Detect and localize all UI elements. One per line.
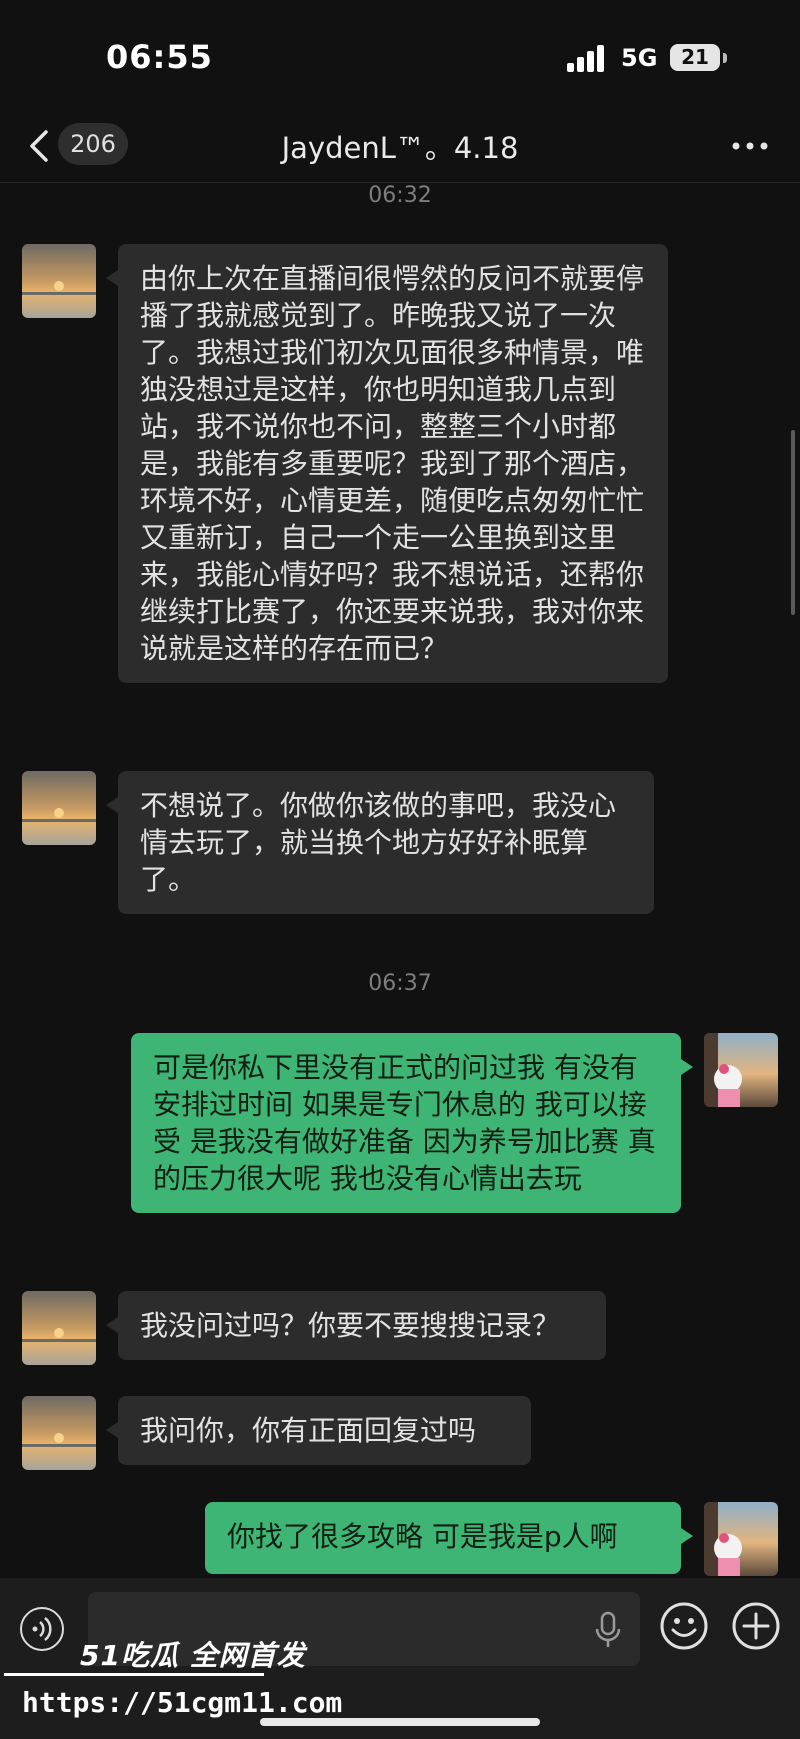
incoming-message[interactable]: 不想说了。你做你该做的事吧，我没心情去玩了，就当换个地方好好补眠算了。	[106, 771, 654, 914]
incoming-message[interactable]: 我没问过吗？你要不要搜搜记录？	[106, 1291, 606, 1360]
contact-avatar[interactable]	[22, 771, 96, 845]
input-bar: 51吃瓜 全网首发 https://51cgm11.com	[0, 1578, 800, 1739]
message-timestamp: 06:32	[368, 183, 432, 208]
battery-cap	[723, 53, 727, 63]
contact-avatar[interactable]	[22, 1291, 96, 1365]
outgoing-message[interactable]: 你找了很多攻略 可是我是p人啊	[205, 1502, 693, 1574]
watermark-brand: 51吃瓜 全网首发	[80, 1639, 306, 1672]
back-icon[interactable]	[24, 126, 56, 166]
outgoing-message[interactable]: 可是你私下里没有正式的问过我 有没有安排过时间 如果是专门休息的 我可以接受 是…	[131, 1033, 693, 1213]
emoji-icon[interactable]	[658, 1600, 710, 1652]
status-bar: 06:55 5G 21	[0, 0, 800, 110]
contact-avatar[interactable]	[22, 244, 96, 318]
plus-icon[interactable]	[730, 1600, 782, 1652]
status-time: 06:55	[106, 38, 213, 76]
chat-title: JaydenL™。4.18	[281, 131, 519, 165]
chat-header: 206 JaydenL™。4.18	[0, 110, 800, 183]
my-avatar[interactable]	[704, 1502, 778, 1576]
scrollbar[interactable]	[791, 430, 795, 615]
watermark-divider	[4, 1673, 264, 1676]
incoming-message[interactable]: 由你上次在直播间很愕然的反问不就要停播了我就感觉到了。昨晚我又说了一次了。我想过…	[106, 244, 668, 683]
incoming-message[interactable]: 我问你，你有正面回复过吗	[106, 1396, 531, 1465]
network-type: 5G	[621, 44, 658, 72]
my-avatar[interactable]	[704, 1033, 778, 1107]
unread-count-badge[interactable]: 206	[58, 123, 128, 165]
microphone-icon[interactable]	[590, 1610, 626, 1650]
watermark-url: https://51cgm11.com	[22, 1686, 343, 1719]
battery-icon: 21	[670, 44, 720, 71]
message-timestamp: 06:37	[368, 971, 432, 996]
more-dots-icon[interactable]	[728, 128, 772, 164]
cellular-signal-icon	[567, 44, 607, 72]
home-indicator[interactable]	[260, 1718, 540, 1726]
voice-icon[interactable]	[20, 1607, 64, 1651]
contact-avatar[interactable]	[22, 1396, 96, 1470]
